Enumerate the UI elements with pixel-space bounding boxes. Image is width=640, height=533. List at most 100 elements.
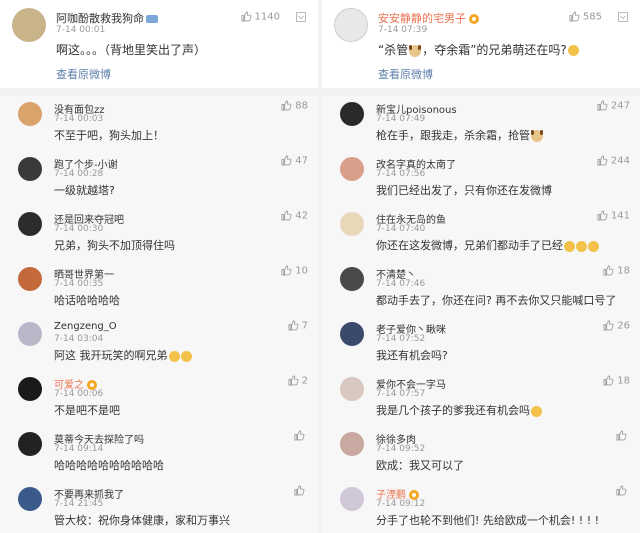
like-button[interactable]: 18 [603,375,630,387]
comment-text-part: 你还在这发微博，兄弟们都动手了已经 [376,239,563,252]
comment-time: 7-14 07:40 [376,224,426,234]
like-button[interactable]: 18 [603,265,630,277]
dog-head-emoji [531,130,543,142]
commenter-name-text[interactable]: Zengzeng_O [54,321,117,332]
sub-comment-list: 新宝儿poisonous 7-14 07:49 枪在手，跟我走，杀余霜，抢管 247 改… [322,96,640,533]
comment-text-part: 管大校：祝你身体健康，家和万事兴 [54,514,230,527]
avatar[interactable] [18,157,42,181]
comment-text: 一级就越塔? [54,182,115,198]
avatar[interactable] [12,8,46,42]
thumbs-up-icon [616,485,627,496]
commenter-name[interactable]: 阿咖酚散救我狗命 [56,10,158,26]
avatar[interactable] [18,322,42,346]
comment-text: 兄弟，狗头不加顶得住吗 [54,237,175,253]
avatar[interactable] [18,432,42,456]
commenter-name[interactable]: 安安静静的宅男子 [378,10,479,26]
avatar[interactable] [340,212,364,236]
commenter-name-text[interactable]: 安安静静的宅男子 [378,12,466,25]
like-button[interactable]: 42 [281,210,308,222]
comment-time: 7-14 07:52 [376,334,426,344]
like-button[interactable]: 141 [597,210,630,222]
thumbs-up-icon [597,210,608,221]
thumbs-up-icon [597,100,608,111]
comment-time: 7-14 07:49 [376,114,426,124]
comment-time: 7-14 21:45 [54,499,104,509]
comment-time: 7-14 07:56 [376,169,426,179]
comment-time: 7-14 00:28 [54,169,104,179]
avatar[interactable] [18,377,42,401]
like-count: 18 [617,375,630,387]
thumbs-up-icon [603,265,614,276]
comment-time: 7-14 00:30 [54,224,104,234]
thumbs-up-icon [294,485,305,496]
avatar[interactable] [18,487,42,511]
laugh-emoji [576,240,587,252]
sub-comment-row: 可爱之 7-14 00:06 不是吧不是吧 2 [0,371,318,426]
avatar[interactable] [340,267,364,291]
avatar[interactable] [340,157,364,181]
view-original-weibo-link[interactable]: 查看原微博 [56,66,111,82]
sub-comment-row: 新宝儿poisonous 7-14 07:49 枪在手，跟我走，杀余霜，抢管 247 [322,96,640,151]
avatar[interactable] [340,322,364,346]
avatar[interactable] [340,102,364,126]
comment-text: 分手了也轮不到他们! 先给欧成一个机会! ! ! ! [376,512,599,528]
like-button[interactable] [616,485,630,497]
sub-comment-row: 爱你不会一字马 7-14 07:57 我是几个孩子的爹我还有机会吗 18 [322,371,640,426]
like-button[interactable]: 2 [288,375,308,387]
like-button[interactable]: 247 [597,100,630,112]
thumbs-up-icon [603,375,614,386]
thumbs-up-icon [281,265,292,276]
divider [0,88,318,96]
comment-text: 管大校：祝你身体健康，家和万事兴 [54,512,230,528]
like-count: 2 [301,375,308,387]
like-button[interactable]: 1140 [241,11,280,23]
comment-time: 7-14 09:12 [376,499,426,509]
avatar[interactable] [18,267,42,291]
commenter-name-text[interactable]: 阿咖酚散救我狗命 [56,12,144,25]
right-comment-column: 安安静静的宅男子 7-14 07:39 “杀管 ，夺余霜”的兄弟萌还在吗? 查看原… [322,0,640,533]
like-count: 88 [295,100,308,112]
comment-time: 7-14 09:14 [54,444,104,454]
sub-comment-row: 跑了个步-小谢 7-14 00:28 一级就越塔? 47 [0,151,318,206]
comment-text-part: ，夺余霜”的兄弟萌还在吗? [422,43,567,57]
avatar[interactable] [334,8,368,42]
like-button[interactable]: 26 [603,320,630,332]
top-comment-right: 安安静静的宅男子 7-14 07:39 “杀管 ，夺余霜”的兄弟萌还在吗? 查看原… [322,0,640,88]
view-original-weibo-link[interactable]: 查看原微博 [378,66,433,82]
dog-head-emoji [409,44,422,57]
like-button[interactable]: 10 [281,265,308,277]
more-icon[interactable] [296,12,306,22]
comment-text-part: 阿这 我开玩笑的啊兄弟 [54,349,168,362]
like-button[interactable] [294,430,308,442]
thumbs-up-icon [597,155,608,166]
thumbs-up-icon [288,375,299,386]
crown-badge-icon [469,14,479,24]
thumbs-up-icon [281,210,292,221]
commenter-name[interactable]: Zengzeng_O [54,321,117,332]
sub-comment-row: 莫蒂今天去探险了吗 7-14 09:14 哈哈哈哈哈哈哈哈哈哈 [0,426,318,481]
like-button[interactable]: 585 [569,11,602,23]
avatar[interactable] [18,212,42,236]
avatar[interactable] [18,102,42,126]
like-button[interactable]: 47 [281,155,308,167]
like-button[interactable] [294,485,308,497]
thumbs-up-icon [241,11,251,22]
sub-comment-row: 改名字真的太南了 7-14 07:56 我们已经出发了，只有你还在发微博 244 [322,151,640,206]
avatar[interactable] [340,377,364,401]
avatar[interactable] [340,487,364,511]
like-count: 7 [301,320,308,332]
like-button[interactable]: 244 [597,155,630,167]
sub-comment-row: 子湮鹏 7-14 09:12 分手了也轮不到他们! 先给欧成一个机会! ! ! ! [322,481,640,533]
avatar[interactable] [340,432,364,456]
like-button[interactable]: 7 [288,320,308,332]
left-comment-column: 阿咖酚散救我狗命 7-14 00:01 啊这。。。（背地里笑出了声） 查看原微博… [0,0,318,533]
comment-text: 都动手去了，你还在问? 再不去你又只能喊口号了 [376,292,616,308]
like-button[interactable]: 88 [281,100,308,112]
laugh-emoji [564,240,575,252]
comment-text-part: 哈话哈哈哈哈 [54,294,120,307]
thumbs-up-icon [288,320,299,331]
comment-text-part: 枪在手，跟我走，杀余霜，抢管 [376,129,530,142]
like-button[interactable] [616,430,630,442]
laugh-emoji [168,350,180,362]
more-icon[interactable] [618,12,628,22]
